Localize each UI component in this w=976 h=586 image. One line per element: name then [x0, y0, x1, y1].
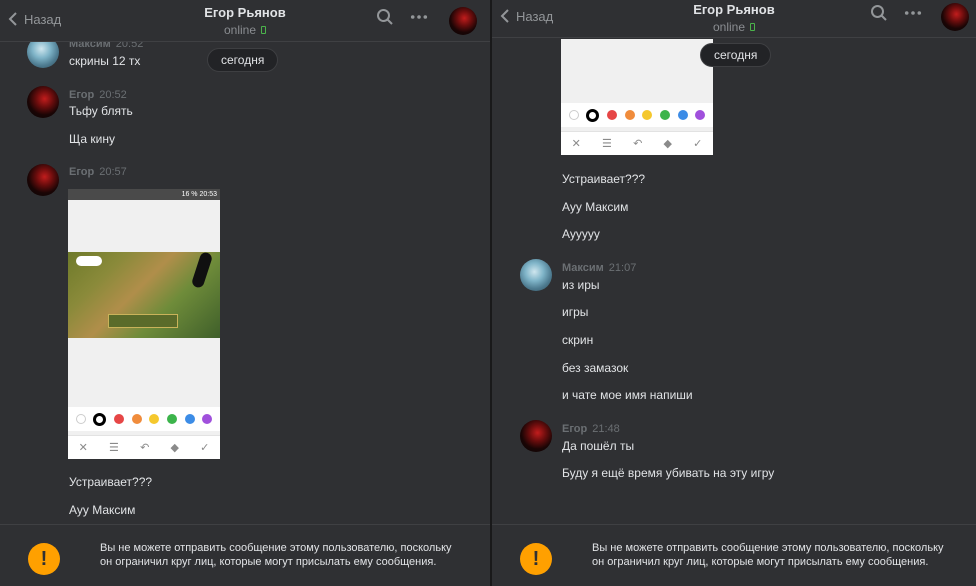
game-toolbar: [108, 314, 178, 328]
notice-text: Вы не можете отправить сообщение этому п…: [100, 542, 452, 568]
color-swatch[interactable]: [202, 414, 213, 424]
color-swatch[interactable]: [93, 412, 107, 426]
check-icon[interactable]: ✓: [200, 441, 209, 454]
color-swatch[interactable]: [659, 110, 670, 120]
message-text: Устраивает???: [562, 172, 646, 186]
date-separator: сегодня: [207, 48, 279, 72]
message-text: игры: [562, 305, 589, 319]
message-text: Ща кину: [69, 132, 115, 146]
message-text: Буду я ещё время убивать на эту игру: [562, 466, 775, 480]
chat-header: Назад Егор Рьянов online: [0, 0, 490, 42]
chat-header: Назад Егор Рьянов online: [492, 0, 976, 38]
message-time: 20:57: [99, 166, 127, 178]
search-button[interactable]: [870, 4, 888, 22]
game-screenshot: [68, 251, 220, 338]
avatar[interactable]: [27, 86, 59, 118]
color-swatch[interactable]: [166, 414, 177, 424]
message-header: Егор 21:48: [562, 423, 620, 435]
blocked-notice: ! Вы не можете отправить сообщение этому…: [492, 524, 976, 586]
color-swatch[interactable]: [149, 414, 160, 424]
color-palette: [68, 407, 220, 431]
author-name[interactable]: Егор: [562, 423, 587, 435]
message-text: Ауу Максим: [69, 503, 136, 517]
message-header: Егор 20:57: [69, 166, 127, 178]
color-swatch[interactable]: [677, 110, 688, 120]
image-attachment[interactable]: 16 % 20:53 ✕ ☰ ↶ ◆ ✓: [68, 189, 220, 459]
chat-panel-left: Назад Егор Рьянов online сегодня Максим 2…: [0, 0, 490, 586]
color-swatch[interactable]: [184, 414, 195, 424]
editor-toolbar: ✕ ☰ ↶ ◆ ✓: [561, 131, 713, 155]
header-avatar-button[interactable]: [941, 3, 969, 31]
warning-icon: !: [520, 543, 552, 575]
color-swatch[interactable]: [695, 110, 706, 120]
warning-icon: !: [28, 543, 60, 575]
message-text: Да пошёл ты: [562, 439, 635, 453]
avatar[interactable]: [520, 259, 552, 291]
phone-icon: [261, 26, 267, 34]
message-time: 21:48: [592, 423, 620, 435]
color-swatch[interactable]: [75, 414, 86, 424]
more-icon: [410, 15, 428, 19]
color-swatch[interactable]: [131, 414, 142, 424]
menu-icon[interactable]: ☰: [602, 137, 612, 150]
more-button[interactable]: [904, 4, 922, 22]
message-text: и чате мое имя напиши: [562, 388, 693, 402]
message-header: Максим 21:07: [562, 262, 636, 274]
image-attachment[interactable]: ✕ ☰ ↶ ◆ ✓: [561, 39, 713, 155]
message-text: Устраивает???: [69, 475, 153, 489]
scribble-mark: [76, 256, 102, 266]
phone-icon: [750, 23, 756, 31]
screenshot-status-bar: 16 % 20:53: [68, 189, 220, 200]
author-name[interactable]: Егор: [69, 89, 94, 101]
undo-icon[interactable]: ↶: [633, 137, 642, 150]
close-icon[interactable]: ✕: [572, 137, 581, 150]
menu-icon[interactable]: ☰: [109, 441, 119, 454]
message-text: Аууууу: [562, 227, 600, 241]
online-status: online: [224, 23, 267, 37]
color-swatch[interactable]: [586, 108, 600, 122]
undo-icon[interactable]: ↶: [140, 441, 149, 454]
eraser-icon[interactable]: ◆: [170, 441, 178, 454]
search-button[interactable]: [376, 8, 394, 26]
color-swatch[interactable]: [114, 414, 125, 424]
color-palette: [561, 103, 713, 127]
chat-panel-right: Назад Егор Рьянов online ✕ ☰ ↶ ◆ ✓ сегод…: [492, 0, 976, 586]
message-text: скрины 12 тх: [69, 54, 141, 68]
message-text: без замазок: [562, 361, 629, 375]
header-avatar-button[interactable]: [449, 7, 477, 35]
message-text: из иры: [562, 278, 600, 292]
more-button[interactable]: [410, 8, 428, 26]
message-time: 20:52: [99, 89, 127, 101]
search-icon: [377, 9, 393, 25]
message-text: Тьфу блять: [69, 104, 133, 118]
eraser-icon[interactable]: ◆: [663, 137, 671, 150]
more-icon: [904, 11, 922, 15]
author-name[interactable]: Максим: [562, 262, 604, 274]
editor-toolbar: ✕ ☰ ↶ ◆ ✓: [68, 435, 220, 459]
message-text: скрин: [562, 333, 594, 347]
avatar: [941, 3, 969, 31]
date-separator: сегодня: [700, 43, 772, 67]
color-swatch[interactable]: [607, 110, 618, 120]
avatar: [449, 7, 477, 35]
message-header: Егор 20:52: [69, 89, 127, 101]
avatar[interactable]: [520, 420, 552, 452]
avatar[interactable]: [27, 164, 59, 196]
blocked-notice: ! Вы не можете отправить сообщение этому…: [0, 524, 490, 586]
check-icon[interactable]: ✓: [693, 137, 702, 150]
author-name[interactable]: Егор: [69, 166, 94, 178]
color-swatch[interactable]: [568, 110, 579, 120]
message-text: Ауу Максим: [562, 200, 629, 214]
scribble-mark: [190, 251, 214, 289]
search-icon: [871, 5, 887, 21]
close-icon[interactable]: ✕: [79, 441, 88, 454]
online-status: online: [713, 20, 756, 34]
message-time: 21:07: [608, 262, 637, 274]
color-swatch[interactable]: [624, 110, 635, 120]
notice-text: Вы не можете отправить сообщение этому п…: [592, 542, 944, 568]
color-swatch[interactable]: [642, 110, 653, 120]
